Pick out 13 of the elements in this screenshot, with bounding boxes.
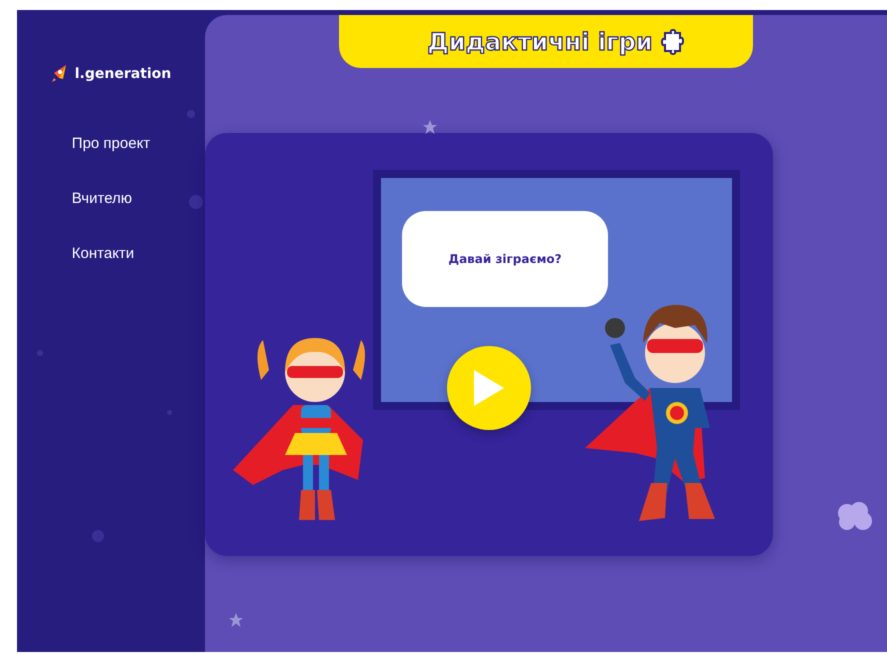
nav-link[interactable]: Про проект xyxy=(72,134,150,153)
cloud-icon xyxy=(835,501,873,531)
logo-text: l.generation xyxy=(74,66,172,82)
puzzle-icon xyxy=(660,28,685,54)
star-icon xyxy=(423,120,437,134)
star-icon xyxy=(229,613,243,627)
nav-link[interactable]: Вчителю xyxy=(72,189,150,208)
rocket-icon xyxy=(50,64,69,84)
page-title: Дидактичні ігри xyxy=(427,28,653,56)
play-icon xyxy=(472,368,506,408)
prompt-text: Давай зіграємо? xyxy=(448,252,562,266)
background-dot xyxy=(189,195,203,209)
nav-link[interactable]: Контакти xyxy=(72,244,150,263)
